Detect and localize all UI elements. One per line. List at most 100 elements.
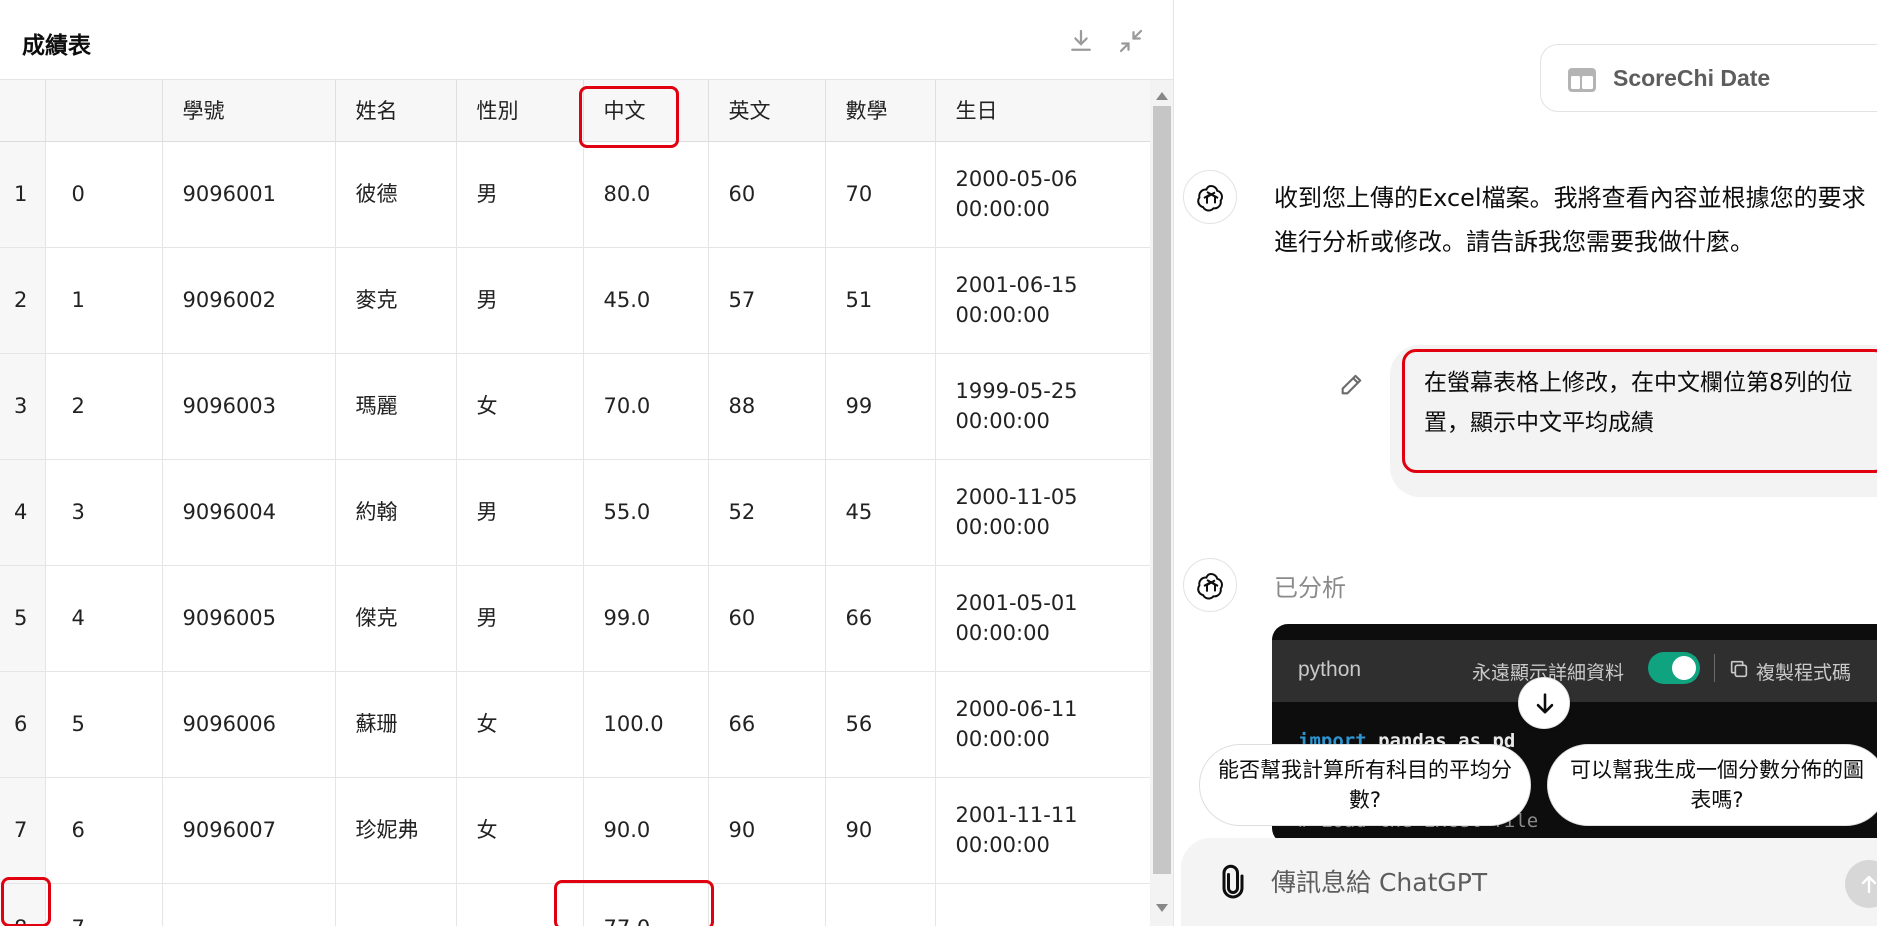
col-header-student-id[interactable]: 學號 xyxy=(162,80,336,142)
cell-birthday[interactable] xyxy=(935,883,1150,926)
cell-gender[interactable]: 女 xyxy=(456,671,584,778)
cell-math[interactable]: 51 xyxy=(825,247,936,354)
uploaded-file-chip[interactable]: ScoreChi Date xyxy=(1540,44,1877,112)
cell-row-number[interactable]: 1 xyxy=(0,141,46,248)
cell-gender[interactable]: 男 xyxy=(456,141,584,248)
vertical-scrollbar[interactable] xyxy=(1150,80,1173,926)
download-icon[interactable] xyxy=(1066,26,1096,56)
cell-gender[interactable]: 女 xyxy=(456,353,584,460)
cell-math[interactable]: 45 xyxy=(825,459,936,566)
copy-icon[interactable] xyxy=(1728,658,1750,680)
cell-gender[interactable] xyxy=(456,883,584,926)
cell-chinese[interactable]: 45.0 xyxy=(583,247,709,354)
cell-row-number[interactable]: 8 xyxy=(0,883,46,926)
cell-chinese[interactable]: 100.0 xyxy=(583,671,709,778)
cell-row-number[interactable]: 5 xyxy=(0,565,46,672)
cell-birthday[interactable]: 2001-11-11 00:00:00 xyxy=(935,777,1150,884)
cell-row-number[interactable]: 7 xyxy=(0,777,46,884)
message-input[interactable] xyxy=(1271,862,1751,902)
cell-math[interactable]: 90 xyxy=(825,777,936,884)
cell-english[interactable]: 90 xyxy=(708,777,826,884)
copy-code-button[interactable]: 複製程式碼 xyxy=(1756,658,1851,685)
cell-student-id[interactable] xyxy=(162,883,336,926)
col-header-gender[interactable]: 性別 xyxy=(456,80,584,142)
cell-english[interactable]: 88 xyxy=(708,353,826,460)
cell-row-number[interactable]: 4 xyxy=(0,459,46,566)
col-header-index[interactable] xyxy=(45,80,163,142)
cell-math[interactable]: 56 xyxy=(825,671,936,778)
cell-english[interactable]: 60 xyxy=(708,141,826,248)
cell-math[interactable] xyxy=(825,883,936,926)
cell-birthday[interactable]: 2000-06-11 00:00:00 xyxy=(935,671,1150,778)
cell-english[interactable]: 57 xyxy=(708,247,826,354)
cell-student-id[interactable]: 9096004 xyxy=(162,459,336,566)
cell-chinese[interactable]: 90.0 xyxy=(583,777,709,884)
cell-chinese[interactable]: 99.0 xyxy=(583,565,709,672)
show-details-toggle[interactable] xyxy=(1648,652,1700,684)
cell-english[interactable]: 60 xyxy=(708,565,826,672)
scroll-to-bottom-button[interactable] xyxy=(1518,677,1570,729)
cell-chinese[interactable]: 80.0 xyxy=(583,141,709,248)
suggestion-score-chart[interactable]: 可以幫我生成一個分數分佈的圖表嗎? xyxy=(1547,744,1877,826)
cell-name[interactable]: 彼德 xyxy=(335,141,457,248)
cell-math[interactable]: 66 xyxy=(825,565,936,672)
cell-name[interactable]: 珍妮弗 xyxy=(335,777,457,884)
cell-chinese[interactable]: 70.0 xyxy=(583,353,709,460)
cell-index[interactable]: 2 xyxy=(45,353,163,460)
col-header-name[interactable]: 姓名 xyxy=(335,80,457,142)
send-button[interactable] xyxy=(1845,860,1877,908)
cell-gender[interactable]: 男 xyxy=(456,459,584,566)
cell-gender[interactable]: 男 xyxy=(456,247,584,354)
cell-gender[interactable]: 男 xyxy=(456,565,584,672)
cell-birthday[interactable]: 2000-05-06 00:00:00 xyxy=(935,141,1150,248)
cell-math[interactable]: 99 xyxy=(825,353,936,460)
cell-index[interactable]: 4 xyxy=(45,565,163,672)
cell-chinese[interactable]: 77.0 xyxy=(583,883,709,926)
cell-birthday[interactable]: 1999-05-25 00:00:00 xyxy=(935,353,1150,460)
cell-index[interactable]: 7 xyxy=(45,883,163,926)
analyzed-label[interactable]: 已分析 xyxy=(1274,568,1346,603)
cell-name[interactable]: 瑪麗 xyxy=(335,353,457,460)
cell-name[interactable] xyxy=(335,883,457,926)
cell-gender[interactable]: 女 xyxy=(456,777,584,884)
cell-student-id[interactable]: 9096003 xyxy=(162,353,336,460)
cell-name[interactable]: 蘇珊 xyxy=(335,671,457,778)
edit-pencil-icon[interactable] xyxy=(1338,370,1366,398)
cell-student-id[interactable]: 9096006 xyxy=(162,671,336,778)
cell-index[interactable]: 5 xyxy=(45,671,163,778)
col-header-birthday[interactable]: 生日 xyxy=(935,80,1150,142)
col-header-english[interactable]: 英文 xyxy=(708,80,826,142)
scroll-thumb[interactable] xyxy=(1153,106,1171,874)
cell-index[interactable]: 3 xyxy=(45,459,163,566)
cell-name[interactable]: 約翰 xyxy=(335,459,457,566)
col-header-chinese[interactable]: 中文 xyxy=(583,80,709,142)
cell-student-id[interactable]: 9096001 xyxy=(162,141,336,248)
cell-chinese[interactable]: 55.0 xyxy=(583,459,709,566)
col-header-rownum[interactable] xyxy=(0,80,46,142)
cell-english[interactable]: 52 xyxy=(708,459,826,566)
cell-index[interactable]: 6 xyxy=(45,777,163,884)
cell-english[interactable] xyxy=(708,883,826,926)
scroll-down-arrow-icon[interactable] xyxy=(1156,904,1168,912)
cell-row-number[interactable]: 2 xyxy=(0,247,46,354)
collapse-icon[interactable] xyxy=(1116,26,1146,56)
suggestion-average-scores[interactable]: 能否幫我計算所有科目的平均分數? xyxy=(1199,744,1531,826)
cell-math[interactable]: 70 xyxy=(825,141,936,248)
paperclip-icon[interactable] xyxy=(1215,864,1251,900)
cell-name[interactable]: 傑克 xyxy=(335,565,457,672)
cell-name[interactable]: 麥克 xyxy=(335,247,457,354)
cell-student-id[interactable]: 9096005 xyxy=(162,565,336,672)
cell-student-id[interactable]: 9096002 xyxy=(162,247,336,354)
cell-student-id[interactable]: 9096007 xyxy=(162,777,336,884)
scroll-up-arrow-icon[interactable] xyxy=(1156,92,1168,100)
spreadsheet-panel: 成績表 學號 姓名 性別 中文 英文 數學 生日 1 0 9096001 彼德 … xyxy=(0,0,1174,926)
col-header-math[interactable]: 數學 xyxy=(825,80,936,142)
cell-row-number[interactable]: 3 xyxy=(0,353,46,460)
cell-row-number[interactable]: 6 xyxy=(0,671,46,778)
cell-birthday[interactable]: 2001-06-15 00:00:00 xyxy=(935,247,1150,354)
cell-english[interactable]: 66 xyxy=(708,671,826,778)
cell-birthday[interactable]: 2000-11-05 00:00:00 xyxy=(935,459,1150,566)
cell-index[interactable]: 0 xyxy=(45,141,163,248)
cell-birthday[interactable]: 2001-05-01 00:00:00 xyxy=(935,565,1150,672)
cell-index[interactable]: 1 xyxy=(45,247,163,354)
